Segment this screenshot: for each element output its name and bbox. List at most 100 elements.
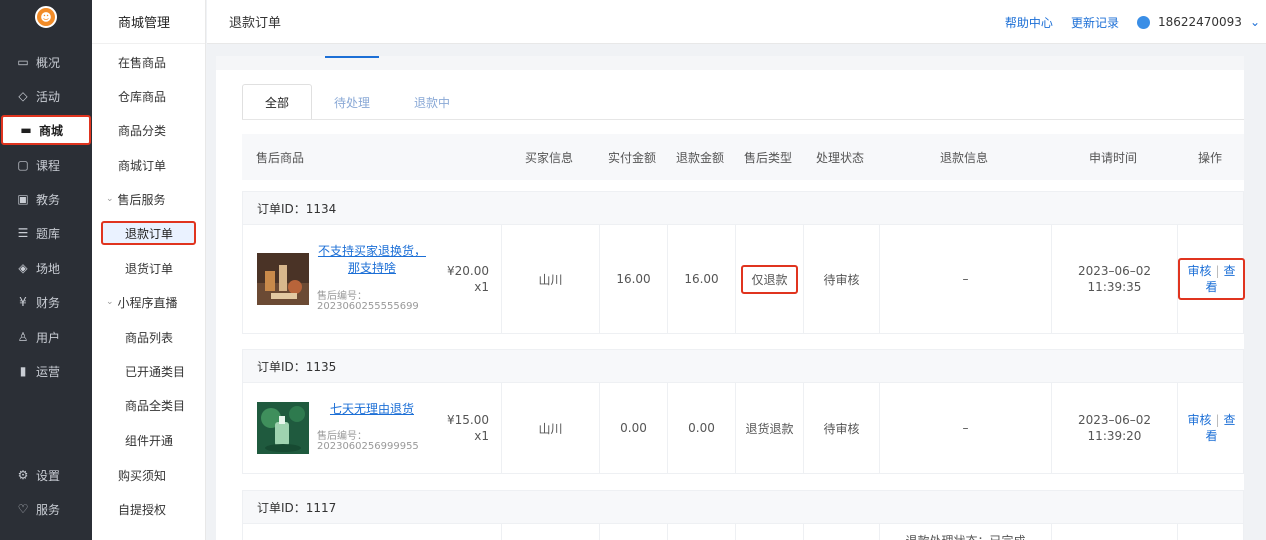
type-cell: 仅退款 (735, 225, 803, 333)
tab-divider (242, 119, 1244, 120)
buyer-cell: 山川 (501, 225, 599, 333)
subnav-item-return-orders[interactable]: 退货订单 (92, 253, 206, 283)
paid-cell: 0.00 (599, 383, 667, 473)
subnav-group-live[interactable]: ⌄ 小程序直播 (92, 287, 206, 317)
status-cell: 待审核 (803, 225, 879, 333)
nav-item-question-bank[interactable]: ☰ 题库 (0, 218, 92, 248)
subnav-item-warehouse[interactable]: 仓库商品 (92, 81, 206, 111)
order-header: 订单ID：1135 (242, 349, 1244, 383)
subnav-item-on-sale[interactable]: 在售商品 (92, 47, 206, 77)
nav-item-activity[interactable]: ◇ 活动 (0, 81, 92, 111)
product-thumbnail (257, 402, 309, 454)
refund-cell (667, 524, 735, 540)
nav-item-venue[interactable]: ◈ 场地 (0, 253, 92, 283)
product-price: ¥20.00 x1 (447, 264, 489, 294)
nav-item-settings[interactable]: ⚙ 设置 (0, 460, 92, 490)
nav-item-education[interactable]: ▣ 教务 (0, 184, 92, 214)
review-button[interactable]: 审核 (1187, 413, 1211, 427)
header-links: 帮助中心 更新记录 18622470093 ⌄ (1005, 0, 1266, 44)
refund-type-badge: 仅退款 (741, 264, 798, 294)
product-cell (243, 524, 501, 540)
refund-code-label: 售后编号： (317, 291, 367, 302)
changelog-link[interactable]: 更新记录 (1071, 14, 1119, 31)
product-cell: 不支持买家退换货，那支持啥 售后编号： 2023060255555699 ¥20… (243, 225, 501, 333)
action-cell: 审核 | 查看 (1177, 383, 1245, 473)
subnav-title: 商城管理 (92, 0, 205, 44)
product-name-link[interactable]: 七天无理由退货 (317, 401, 427, 418)
order-header: 订单ID：1134 (242, 191, 1244, 225)
product-price: ¥15.00 x1 (447, 413, 489, 443)
subnav-group-after-sales[interactable]: ⌄ 售后服务 (92, 184, 206, 214)
refund-code-label: 售后编号： (317, 431, 367, 442)
type-cell: 退货退款 (735, 383, 803, 473)
nav-item-service[interactable]: ♡ 服务 (0, 494, 92, 524)
product-name-link[interactable]: 不支持买家退换货，那支持啥 (317, 243, 427, 277)
course-icon: ▢ (17, 158, 29, 172)
subnav-item-component[interactable]: 组件开通 (92, 425, 206, 455)
service-icon: ♡ (17, 502, 29, 516)
page-title: 退款订单 (229, 16, 282, 31)
user-menu[interactable]: 18622470093 ⌄ (1136, 15, 1260, 29)
type-cell (735, 524, 803, 540)
top-strip (216, 56, 1244, 70)
subnav-item-all-categories[interactable]: 商品全类目 (92, 390, 206, 420)
user-icon: ♙ (17, 330, 29, 344)
nav-item-store[interactable]: ▬ 商城 (1, 115, 91, 145)
help-center-link[interactable]: 帮助中心 (1005, 14, 1053, 31)
action-group: 审核 | 查看 (1187, 413, 1236, 443)
subnav-item-purchase-notice[interactable]: 购买须知 (92, 460, 206, 490)
status-cell: 待审核 (803, 383, 879, 473)
th-paid: 实付金额 (607, 150, 656, 165)
subnav-item-opened-categories[interactable]: 已开通类目 (92, 356, 206, 386)
subnav-item-orders[interactable]: 商城订单 (92, 150, 206, 180)
table-row: 不支持买家退换货，那支持啥 售后编号： 2023060255555699 ¥20… (242, 225, 1245, 334)
nav-item-finance[interactable]: ¥ 财务 (0, 287, 92, 317)
sub-nav: 商城管理 在售商品 仓库商品 商品分类 商城订单 ⌄ 售后服务 退款订单 退货订单… (92, 0, 206, 540)
table-header: 售后商品 买家信息 实付金额 退款金额 售后类型 处理状态 退款信息 申请时间 … (242, 134, 1244, 180)
buyer-cell: 山川 (501, 383, 599, 473)
store-icon: ▬ (20, 123, 32, 137)
time-cell (1051, 524, 1177, 540)
paid-cell: 16.00 (599, 225, 667, 333)
chevron-down-icon: ⌄ (106, 194, 114, 204)
th-refund: 退款金额 (675, 150, 724, 165)
subnav-item-pickup-auth[interactable]: 自提授权 (92, 494, 206, 524)
subnav-item-product-list[interactable]: 商品列表 (92, 322, 206, 352)
info-cell: – (879, 383, 1051, 473)
tab-pending[interactable]: 待处理 (312, 84, 392, 120)
logo-icon: ☻ (35, 6, 57, 28)
tab-refunding[interactable]: 退款中 (392, 84, 472, 120)
education-icon: ▣ (17, 192, 29, 206)
settings-icon: ⚙ (17, 468, 29, 482)
th-info: 退款信息 (939, 150, 988, 165)
tab-all[interactable]: 全部 (242, 84, 313, 120)
subnav-item-refund-orders[interactable]: 退款订单 (101, 221, 196, 245)
refund-cell: 16.00 (667, 225, 735, 333)
th-action: 操作 (1197, 150, 1222, 165)
order-header: 订单ID：1117 (242, 490, 1244, 524)
nav-item-course[interactable]: ▢ 课程 (0, 150, 92, 180)
active-indicator (325, 56, 379, 58)
table-row: 七天无理由退货 售后编号： 2023060256999955 ¥15.00 x1… (242, 383, 1244, 474)
th-time: 申请时间 (1088, 150, 1137, 165)
subnav-item-category[interactable]: 商品分类 (92, 115, 206, 145)
question-bank-icon: ☰ (17, 226, 29, 240)
nav-item-operations[interactable]: ▮ 运营 (0, 356, 92, 386)
action-cell (1177, 524, 1243, 540)
venue-icon: ◈ (18, 261, 28, 275)
tag-icon: ◇ (18, 89, 28, 103)
th-product: 售后商品 (256, 150, 305, 165)
action-group: 审核 | 查看 (1178, 258, 1245, 300)
review-button[interactable]: 审核 (1187, 264, 1211, 278)
nav-item-overview[interactable]: ▭ 概况 (0, 47, 92, 77)
nav-item-user[interactable]: ♙ 用户 (0, 322, 92, 352)
th-buyer: 买家信息 (524, 150, 573, 165)
time-cell: 2023–06–02 11:39:20 (1051, 383, 1177, 473)
avatar-icon (1136, 15, 1150, 29)
refund-cell: 0.00 (667, 383, 735, 473)
status-cell (803, 524, 879, 540)
info-cell: – (879, 225, 1051, 333)
product-cell: 七天无理由退货 售后编号： 2023060256999955 ¥15.00 x1 (243, 383, 501, 473)
chevron-down-icon: ⌄ (106, 297, 114, 307)
paid-cell (599, 524, 667, 540)
